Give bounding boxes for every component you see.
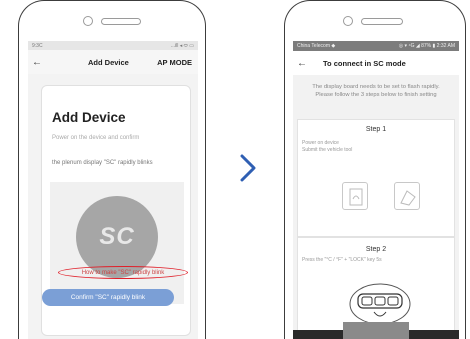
status-bar: 9:3C ...ill ◂ ⬭ ▭ xyxy=(28,41,198,50)
camera-dot xyxy=(83,16,93,26)
left-phone-frame: 9:3C ...ill ◂ ⬭ ▭ ← Add Device AP MODE A… xyxy=(18,0,206,339)
step-2-description: Press the "°C / °F" + "LOCK" key 5s xyxy=(302,257,382,263)
step-2-title: Step 2 xyxy=(365,246,387,253)
status-bar: China Telecom ◆ ◎ ▾ ⁴G ◢ 87% ▮ 2:32 AM xyxy=(293,41,459,51)
display-code: SC xyxy=(99,223,135,250)
sc-display-illustration: SC How to make "SC" rapidly blink xyxy=(50,182,188,304)
status-icons: ...ill ◂ ⬭ ▭ xyxy=(170,42,194,49)
home-indicator xyxy=(343,322,409,339)
vehicle-tool-icon xyxy=(394,182,420,210)
step-1-description: Power on device Submit the vehicle tool xyxy=(302,140,353,153)
how-to-blink-link[interactable]: How to make "SC" rapidly blink xyxy=(58,266,188,279)
thermostat-keypad-icon xyxy=(349,283,411,325)
camera-dot xyxy=(343,16,353,26)
power-device-icon xyxy=(342,182,368,210)
step-1-title: Step 1 xyxy=(365,126,387,133)
ap-mode-button[interactable]: AP MODE xyxy=(157,58,192,67)
page-title: Add Device xyxy=(88,57,129,67)
speaker-grille xyxy=(361,18,403,25)
instruction-line-2: the plenum display "SC" rapidly blinks xyxy=(52,160,153,166)
status-carrier: China Telecom ◆ xyxy=(297,43,336,49)
confirm-blink-button[interactable]: Confirm "SC" rapidly blink xyxy=(42,289,174,306)
add-device-screen: 9:3C ...ill ◂ ⬭ ▭ ← Add Device AP MODE A… xyxy=(28,41,198,339)
speaker-grille xyxy=(101,18,141,25)
status-time: 9:3C xyxy=(32,42,43,49)
card-title: Add Device xyxy=(52,110,126,125)
page-title: To connect in SC mode xyxy=(323,58,406,68)
chevron-right-icon xyxy=(240,154,256,182)
step-1-card: Step 1 Power on device Submit the vehicl… xyxy=(297,119,455,237)
instruction-line-1: Power on the device and confirm xyxy=(52,135,140,141)
tutorial-canvas: 9:3C ...ill ◂ ⬭ ▭ ← Add Device AP MODE A… xyxy=(0,0,470,339)
status-icons: ◎ ▾ ⁴G ◢ 87% ▮ 2:32 AM xyxy=(398,43,455,49)
back-arrow-icon[interactable]: ← xyxy=(28,57,46,68)
nav-header: ← To connect in SC mode xyxy=(293,51,459,75)
back-arrow-icon[interactable]: ← xyxy=(293,58,311,69)
nav-header: ← Add Device AP MODE xyxy=(28,50,198,74)
intro-text: The display board needs to be set to fla… xyxy=(312,84,440,98)
right-phone-frame: China Telecom ◆ ◎ ▾ ⁴G ◢ 87% ▮ 2:32 AM ←… xyxy=(284,0,466,339)
sc-mode-screen: China Telecom ◆ ◎ ▾ ⁴G ◢ 87% ▮ 2:32 AM ←… xyxy=(293,41,459,339)
